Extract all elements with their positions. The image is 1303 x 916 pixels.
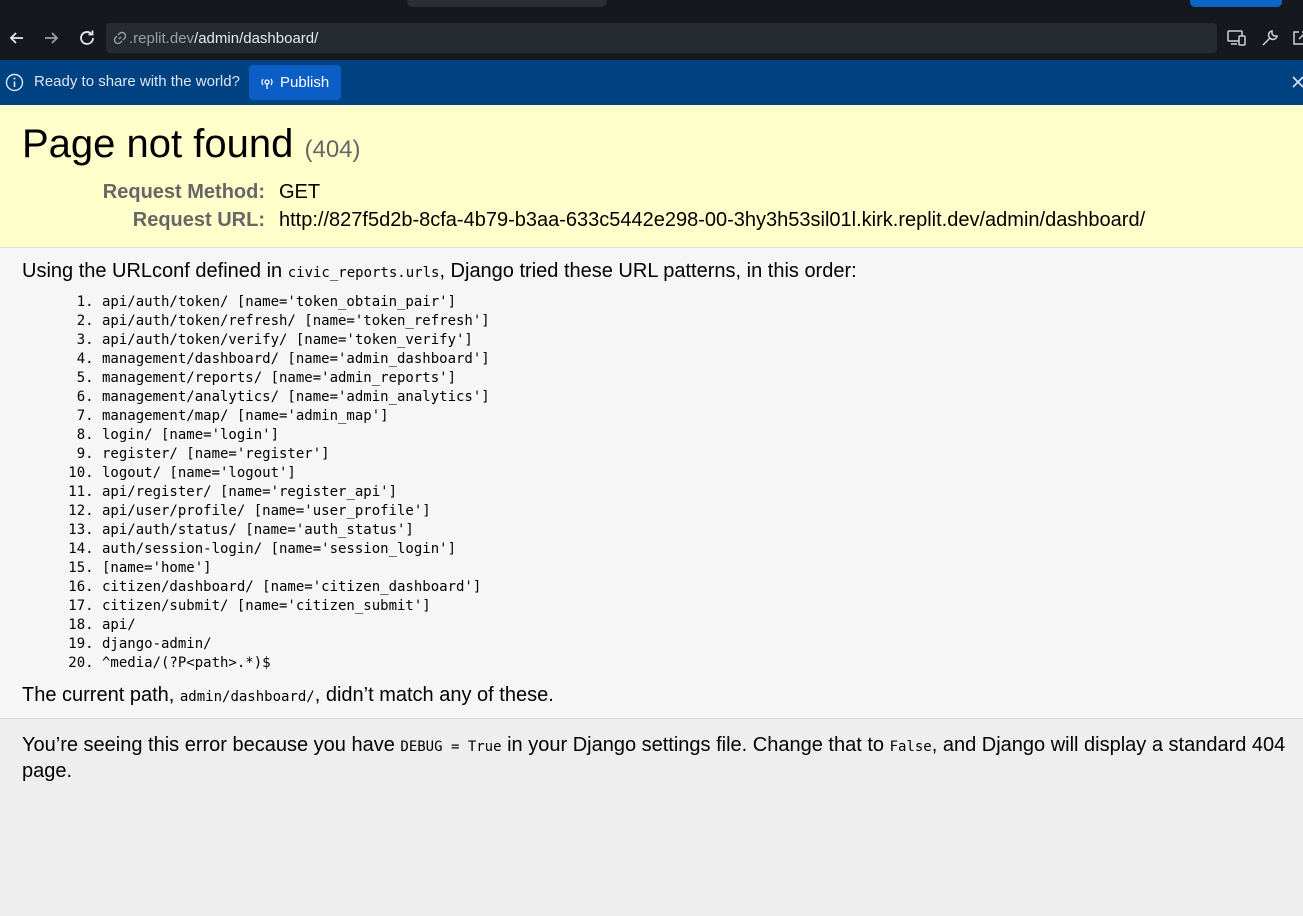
error-summary: Page not found (404) Request Method: GET… <box>0 105 1303 248</box>
explain-text-1: You’re seeing this error because you hav… <box>22 734 401 756</box>
url-pattern: api/ <box>102 616 490 635</box>
url-pattern: [name='home'] <box>102 559 490 578</box>
request-url-value: http://827f5d2b-8cfa-4b79-b3aa-633c5442e… <box>279 209 1146 231</box>
publish-button[interactable]: Publish <box>249 65 341 100</box>
false-setting: False <box>889 739 932 755</box>
url-pattern: auth/session-login/ [name='session_login… <box>102 540 490 559</box>
url-domain: .replit.dev <box>129 29 195 47</box>
publish-banner: Ready to share with the world? Publish <box>0 60 1303 105</box>
browser-tab[interactable] <box>407 0 607 7</box>
url-pattern: citizen/submit/ [name='citizen_submit'] <box>102 597 490 616</box>
browser-action-button[interactable] <box>1190 0 1282 7</box>
error-title: Page not found <box>22 122 294 166</box>
current-path-message: The current path, admin/dashboard/, didn… <box>22 684 554 707</box>
publish-label: Publish <box>280 74 330 91</box>
url-pattern: api/user/profile/ [name='user_profile'] <box>102 502 490 521</box>
request-method-label: Request Method: <box>102 181 265 203</box>
url-pattern: django-admin/ <box>102 635 490 654</box>
devices-icon[interactable] <box>1224 23 1250 53</box>
status-code: (404) <box>304 136 361 163</box>
current-text-end: , didn’t match any of these. <box>314 684 554 706</box>
banner-message: Ready to share with the world? <box>34 73 240 90</box>
urlconf-intro: Using the URLconf defined in civic_repor… <box>22 260 857 283</box>
explain-text-2: in your Django settings file. Change tha… <box>501 734 890 756</box>
url-path: /admin/dashboard/ <box>194 29 319 47</box>
url-pattern: api/auth/token/ [name='token_obtain_pair… <box>102 293 490 312</box>
browser-tab-strip <box>0 0 1303 15</box>
url-pattern: citizen/dashboard/ [name='citizen_dashbo… <box>102 578 490 597</box>
debug-setting: DEBUG = True <box>400 739 502 755</box>
url-patterns-list: api/auth/token/ [name='token_obtain_pair… <box>0 293 490 673</box>
address-bar[interactable]: .replit.dev/admin/dashboard/ <box>106 23 1217 53</box>
url-pattern: api/auth/token/verify/ [name='token_veri… <box>102 331 490 350</box>
url-pattern: login/ [name='login'] <box>102 426 490 445</box>
request-method-row: Request Method: GET <box>0 181 1303 207</box>
urlconf-module: civic_reports.urls <box>287 265 440 281</box>
page-title: Page not found (404) <box>22 122 361 167</box>
url-pattern: api/auth/token/refresh/ [name='token_ref… <box>102 312 490 331</box>
intro-text-end: , Django tried these URL patterns, in th… <box>439 260 857 282</box>
publish-icon <box>260 76 274 90</box>
debug-explanation: You’re seeing this error because you hav… <box>22 733 1302 783</box>
urlconf-info: Using the URLconf defined in civic_repor… <box>0 248 1303 719</box>
browser-toolbar: .replit.dev/admin/dashboard/ <box>0 15 1303 60</box>
link-icon <box>113 31 127 45</box>
url-pattern: register/ [name='register'] <box>102 445 490 464</box>
intro-text: Using the URLconf defined in <box>22 260 288 282</box>
current-text: The current path, <box>22 684 180 706</box>
url-pattern: api/register/ [name='register_api'] <box>102 483 490 502</box>
info-icon <box>5 73 24 92</box>
close-icon[interactable] <box>1290 74 1303 90</box>
request-method-value: GET <box>279 181 321 203</box>
url-pattern: management/map/ [name='admin_map'] <box>102 407 490 426</box>
url-pattern: management/reports/ [name='admin_reports… <box>102 369 490 388</box>
url-pattern: management/dashboard/ [name='admin_dashb… <box>102 350 490 369</box>
back-icon[interactable] <box>2 23 32 53</box>
url-pattern: logout/ [name='logout'] <box>102 464 490 483</box>
url-pattern: api/auth/status/ [name='auth_status'] <box>102 521 490 540</box>
external-icon[interactable] <box>1287 23 1303 53</box>
reload-icon[interactable] <box>72 23 102 53</box>
request-url-row: Request URL: http://827f5d2b-8cfa-4b79-b… <box>0 209 1303 235</box>
address-url: .replit.dev/admin/dashboard/ <box>129 30 318 47</box>
url-pattern: management/analytics/ [name='admin_analy… <box>102 388 490 407</box>
forward-icon[interactable] <box>36 23 66 53</box>
current-path: admin/dashboard/ <box>179 689 315 705</box>
request-url-label: Request URL: <box>132 209 265 231</box>
url-pattern: ^media/(?P<path>.*)$ <box>102 654 490 673</box>
wrench-icon[interactable] <box>1257 23 1283 53</box>
